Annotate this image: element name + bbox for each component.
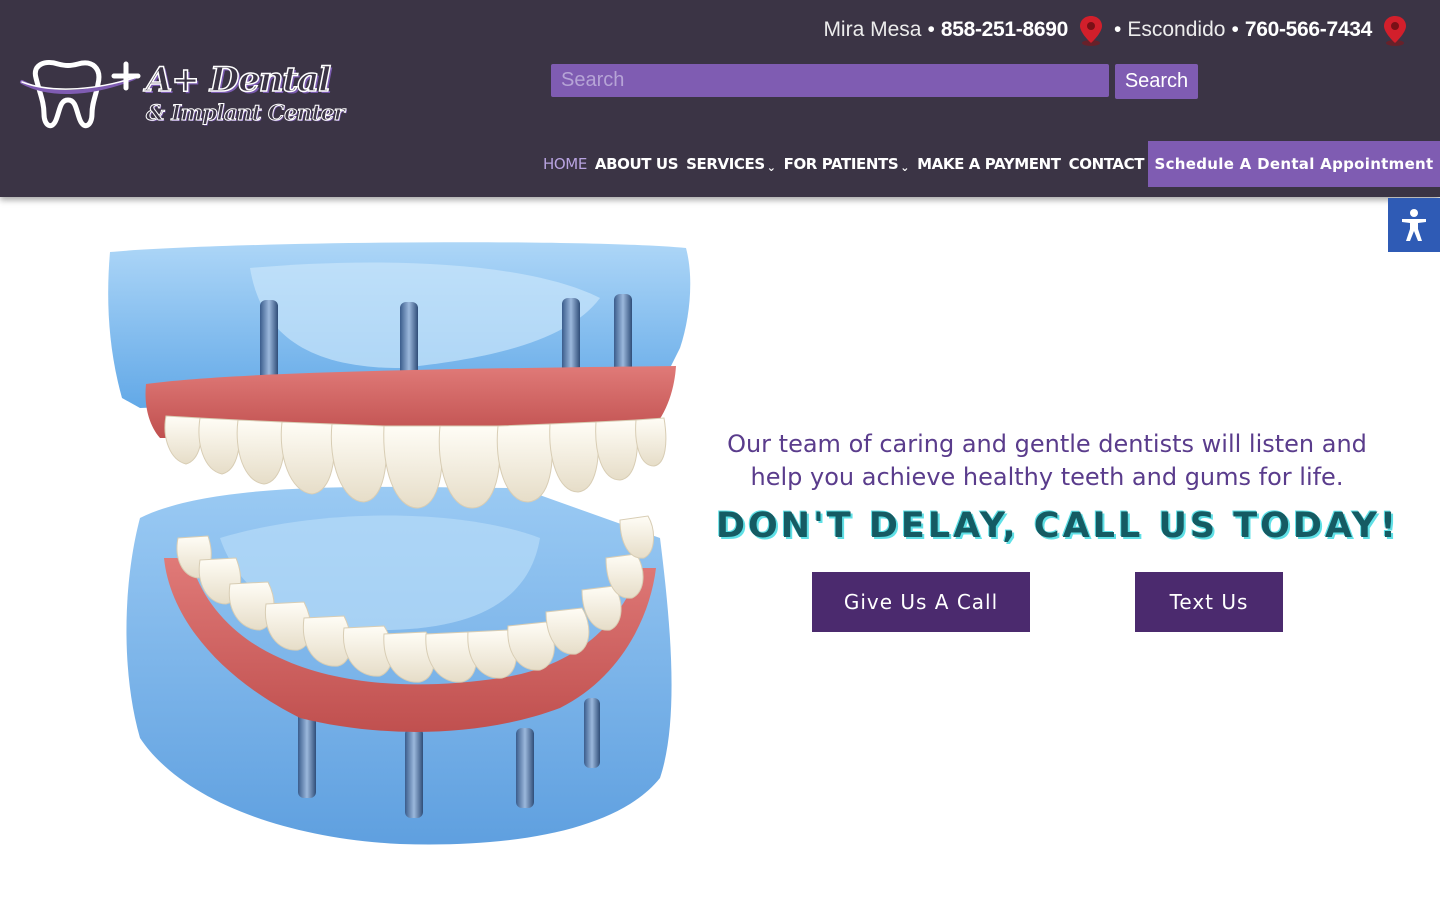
nav-item-label: ABOUT US (594, 155, 679, 173)
location-mira-mesa: Mira Mesa (823, 18, 922, 41)
nav-item-home[interactable]: HOME (543, 155, 587, 173)
accessibility-toggle-button[interactable] (1388, 198, 1440, 252)
logo-subtitle: & Implant Center (145, 100, 345, 126)
search-button[interactable]: Search (1115, 64, 1198, 99)
nav-item-for-patients[interactable]: FOR PATIENTS ⌄ (783, 155, 910, 174)
separator-bullet: • (1231, 18, 1239, 41)
hero-copy: Our team of caring and gentle dentists w… (716, 428, 1400, 546)
contact-topbar: Mira Mesa • 858-251-8690 • Escondido • 7… (823, 12, 1412, 48)
hero-text: Our team of caring and gentle dentists w… (727, 430, 1367, 491)
location-escondido: Escondido (1127, 18, 1226, 41)
chevron-down-icon: ⌄ (766, 160, 776, 174)
site-logo[interactable]: A+ Dental & Implant Center (18, 56, 345, 136)
nav-item-services[interactable]: SERVICES ⌄ (686, 155, 776, 174)
separator-bullet: • (1114, 18, 1122, 41)
nav-item-contact[interactable]: CONTACT ⌄ (1068, 155, 1156, 174)
search-input[interactable] (551, 64, 1109, 97)
nav-item-about-us[interactable]: ABOUT US (594, 155, 679, 173)
phone-escondido-link[interactable]: 760-566-7434 (1245, 18, 1372, 42)
chevron-down-icon: ⌄ (900, 160, 910, 174)
tooth-logo-icon (20, 60, 141, 129)
phone-mira-mesa-link[interactable]: 858-251-8690 (941, 18, 1068, 42)
map-pin-icon[interactable] (1078, 14, 1104, 46)
separator-bullet: • (927, 18, 935, 41)
nav-item-label: FOR PATIENTS (783, 155, 899, 173)
schedule-appointment-button[interactable]: Schedule A Dental Appointment (1148, 141, 1440, 187)
text-us-button[interactable]: Text Us (1135, 572, 1283, 632)
give-us-a-call-button[interactable]: Give Us A Call (812, 572, 1030, 632)
accessibility-icon (1402, 209, 1426, 241)
search-form: Search (551, 64, 1198, 99)
dental-implant-dentures-illustration (100, 238, 700, 850)
nav-item-label: HOME (543, 155, 587, 173)
nav-item-label: CONTACT (1068, 155, 1145, 173)
site-header: A+ Dental & Implant Center Mira Mesa • 8… (0, 0, 1440, 197)
nav-item-label: SERVICES (686, 155, 765, 173)
nav-item-make-a-payment[interactable]: MAKE A PAYMENT (917, 155, 1061, 173)
map-pin-icon[interactable] (1382, 14, 1408, 46)
nav-item-label: MAKE A PAYMENT (917, 155, 1061, 173)
hero-headline: DON'T DELAY, CALL US TODAY! (716, 506, 1400, 546)
logo-title: A+ Dental (145, 59, 332, 101)
main-nav: HOME ABOUT US SERVICES ⌄ FOR PATIENTS ⌄ … (543, 141, 1163, 187)
